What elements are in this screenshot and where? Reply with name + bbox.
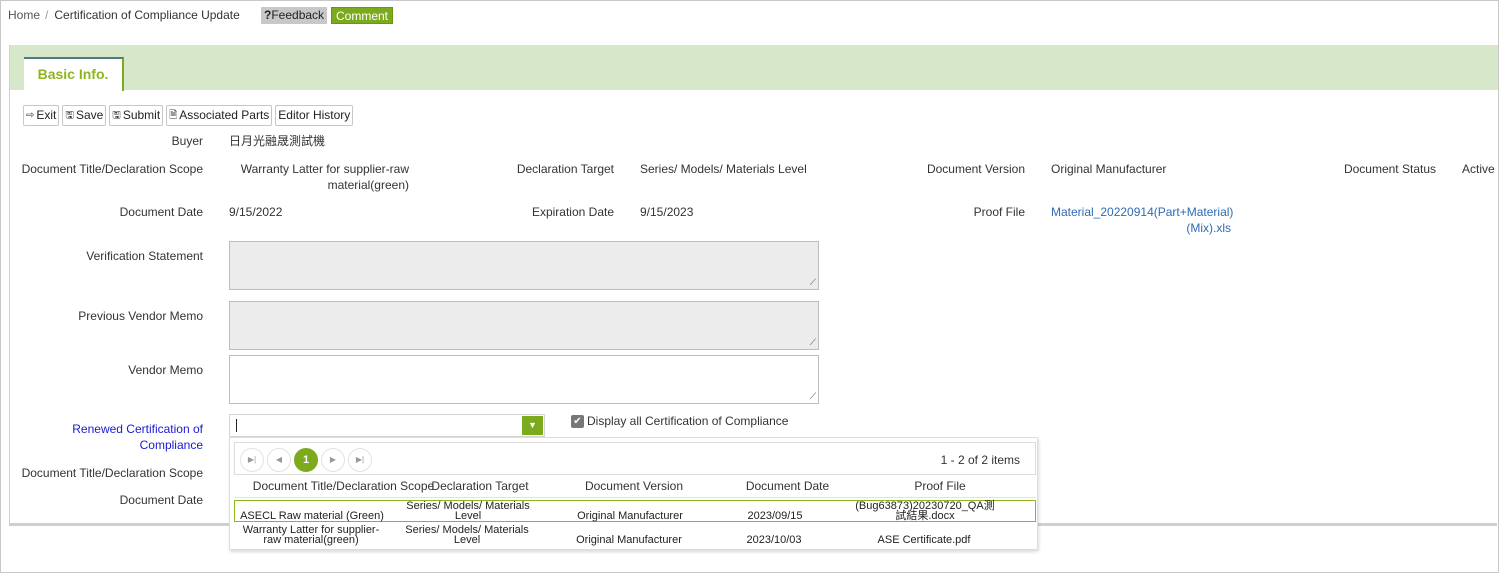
- breadcrumb: Home / Certification of Compliance Update: [8, 8, 240, 22]
- submit-button[interactable]: 🖫 Submit: [109, 105, 164, 126]
- exit-icon: ⇨: [26, 110, 35, 121]
- text-cursor: [236, 419, 237, 432]
- expiration-date-value: 9/15/2023: [640, 205, 694, 219]
- editor-history-button[interactable]: Editor History: [275, 105, 354, 126]
- document-icon: 🗎: [169, 110, 178, 121]
- column-header-title[interactable]: Document Title/Declaration Scope: [252, 478, 435, 494]
- cell-title: Warranty Latter for supplier-raw materia…: [242, 524, 380, 546]
- renewed-doc-title-label: Document Title/Declaration Scope: [21, 466, 203, 480]
- feedback-label: Feedback: [271, 8, 325, 22]
- resize-grip-icon[interactable]: ⟋: [810, 337, 816, 348]
- expiration-date-label: Expiration Date: [531, 205, 614, 219]
- cell-version: Original Manufacturer: [577, 510, 683, 522]
- pager: ▶| ◀ 1 ▶ ▶| 1 - 2 of 2 items: [234, 442, 1036, 475]
- vendor-memo-label: Vendor Memo: [128, 363, 203, 377]
- comment-button[interactable]: Comment: [331, 7, 394, 24]
- pager-info: 1 - 2 of 2 items: [940, 453, 1020, 467]
- doc-title-label: Document Title/Declaration Scope: [21, 162, 203, 176]
- cell-proof: (Bug63873)20230720_QA測試結果.docx: [855, 500, 995, 522]
- associated-parts-label: Associated Parts: [179, 108, 270, 122]
- coc-dropdown-grid: ▶| ◀ 1 ▶ ▶| 1 - 2 of 2 items Document Ti…: [229, 437, 1038, 550]
- editor-history-label: Editor History: [278, 108, 351, 122]
- exit-label: Exit: [36, 108, 57, 122]
- breadcrumb-current: Certification of Compliance Update: [54, 8, 240, 22]
- column-header-target[interactable]: Declaration Target: [430, 478, 530, 494]
- toolbar: ⇨ Exit 🖫 Save 🖫 Submit 🗎 Associated Parts Ed…: [23, 105, 354, 126]
- column-header-proof[interactable]: Proof File: [890, 478, 990, 494]
- exit-button[interactable]: ⇨ Exit: [23, 105, 60, 126]
- tab-bar: Basic Info.: [10, 45, 1498, 91]
- column-header-date[interactable]: Document Date: [735, 478, 840, 494]
- resize-grip-icon[interactable]: ⟋: [810, 277, 816, 288]
- proof-file-link[interactable]: Material_20220914(Part+Material)(Mix).xl…: [1051, 204, 1233, 236]
- doc-status-label: Document Status: [1343, 162, 1436, 176]
- cell-target: Series/ Models/ Materials Level: [405, 524, 529, 546]
- declaration-target-value: Series/ Models/ Materials Level: [640, 162, 807, 176]
- save-icon: 🖫: [65, 110, 74, 121]
- cell-date: 2023/10/03: [746, 534, 802, 546]
- cell-proof: ASE Certificate.pdf: [877, 534, 971, 546]
- vendor-memo-textarea[interactable]: ⟋: [229, 355, 819, 404]
- previous-vendor-memo-textarea[interactable]: ⟋: [229, 301, 819, 350]
- verification-statement-label: Verification Statement: [86, 249, 203, 263]
- display-all-checkbox[interactable]: ✔ Display all Certification of Complianc…: [571, 414, 788, 428]
- breadcrumb-home[interactable]: Home: [8, 8, 40, 22]
- submit-label: Submit: [122, 108, 161, 122]
- first-page-icon[interactable]: ▶|: [240, 448, 264, 472]
- doc-version-value: Original Manufacturer: [1051, 162, 1167, 176]
- buyer-value: 日月光融晟測試機: [229, 134, 326, 148]
- dropdown-arrow-icon[interactable]: ▼: [522, 416, 543, 435]
- doc-date-value: 9/15/2022: [229, 205, 283, 219]
- next-page-icon[interactable]: ▶: [321, 448, 345, 472]
- cell-version: Original Manufacturer: [576, 534, 682, 546]
- table-row[interactable]: ASECL Raw material (Green) Series/ Model…: [234, 500, 1036, 522]
- column-header-version[interactable]: Document Version: [570, 478, 698, 494]
- associated-parts-button[interactable]: 🗎 Associated Parts: [166, 105, 273, 126]
- last-page-icon[interactable]: ▶|: [348, 448, 372, 472]
- checkbox-checked-icon[interactable]: ✔: [571, 414, 584, 428]
- table-row[interactable]: Warranty Latter for supplier-raw materia…: [234, 524, 1036, 546]
- doc-version-label: Document Version: [926, 162, 1025, 176]
- resize-grip-icon[interactable]: ⟋: [810, 391, 816, 402]
- submit-icon: 🖫: [112, 110, 121, 121]
- buyer-label: Buyer: [171, 134, 203, 148]
- header-divider: [234, 497, 1036, 498]
- feedback-button[interactable]: ?Feedback: [261, 7, 328, 24]
- display-all-label: Display all Certification of Compliance: [587, 414, 789, 428]
- renewed-coc-combobox[interactable]: ▼: [229, 414, 545, 437]
- renewed-doc-date-label: Document Date: [119, 493, 203, 507]
- save-label: Save: [75, 108, 104, 122]
- declaration-target-label: Declaration Target: [516, 162, 614, 176]
- doc-title-value: Warranty Latter for supplier-raw materia…: [240, 162, 409, 192]
- page-1-button[interactable]: 1: [294, 448, 318, 472]
- verification-statement-textarea[interactable]: ⟋: [229, 241, 819, 290]
- prev-page-icon[interactable]: ◀: [267, 448, 291, 472]
- doc-status-value: Active: [1462, 162, 1495, 176]
- cell-date: 2023/09/15: [747, 510, 803, 522]
- cell-target: Series/ Models/ Materials Level: [406, 500, 530, 522]
- tab-basic-info[interactable]: Basic Info.: [24, 57, 124, 91]
- cell-title: ASECL Raw material (Green): [240, 510, 384, 522]
- proof-file-label: Proof File: [973, 205, 1025, 219]
- save-button[interactable]: 🖫 Save: [62, 105, 107, 126]
- doc-date-label: Document Date: [119, 205, 203, 219]
- previous-vendor-memo-label: Previous Vendor Memo: [78, 309, 203, 323]
- renewed-coc-label: Renewed Certification of Compliance: [72, 422, 203, 452]
- breadcrumb-separator: /: [45, 8, 49, 22]
